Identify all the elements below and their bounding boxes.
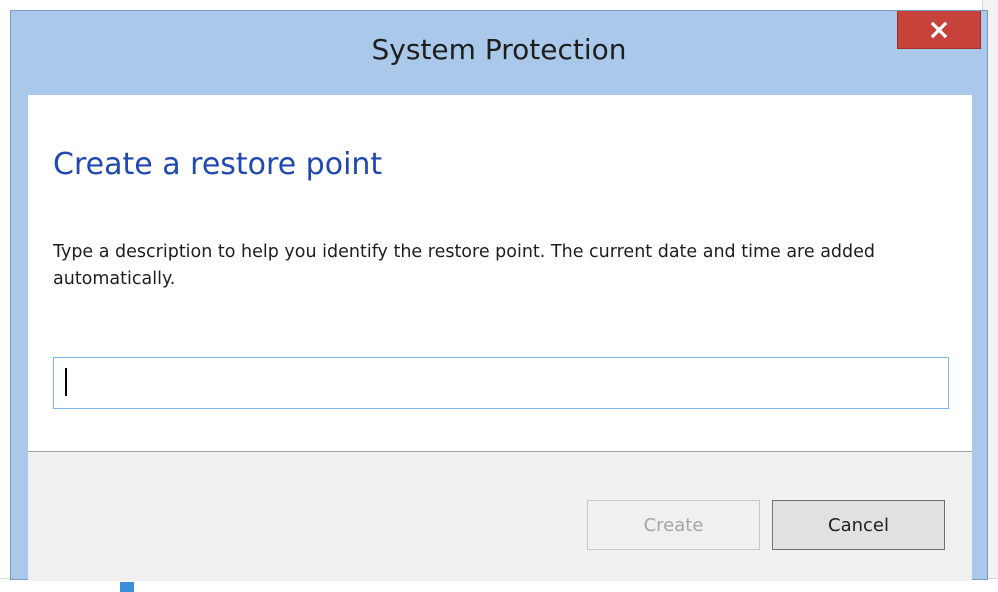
drive-icon	[120, 582, 134, 592]
dialog-description: Type a description to help you identify …	[53, 242, 876, 289]
close-icon	[930, 21, 948, 38]
text-caret	[65, 368, 67, 396]
dialog-client-area: Create a restore point Type a descriptio…	[28, 95, 972, 581]
system-protection-dialog: System Protection Create a restore point…	[10, 10, 988, 581]
cancel-button[interactable]: Cancel	[772, 500, 945, 550]
dialog-content: Create a restore point Type a descriptio…	[28, 95, 972, 449]
title-bar[interactable]: System Protection	[11, 11, 987, 95]
restore-point-description-input[interactable]	[53, 357, 949, 409]
create-button[interactable]: Create	[587, 500, 760, 550]
close-button[interactable]	[897, 11, 981, 49]
dialog-footer: Create Cancel	[28, 451, 972, 581]
window-title: System Protection	[371, 33, 627, 66]
dialog-heading: Create a restore point	[53, 147, 383, 182]
